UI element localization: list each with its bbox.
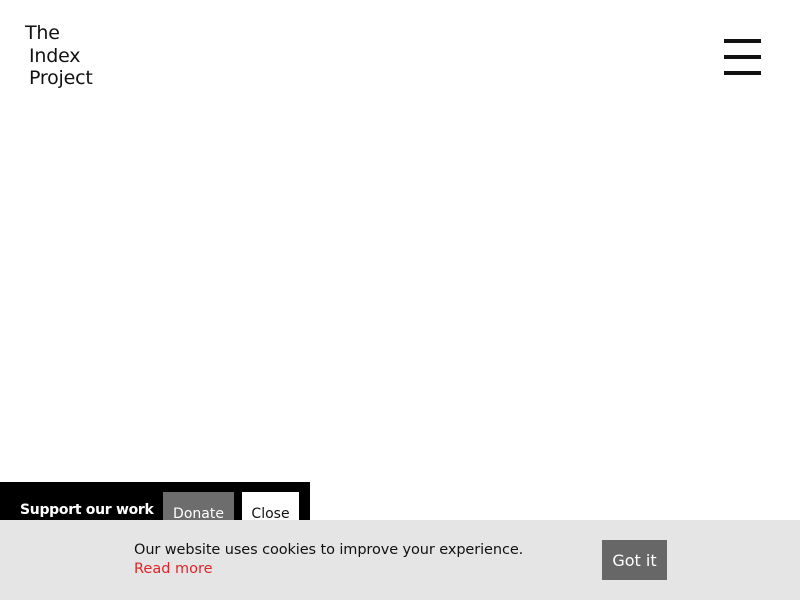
menu-bar-middle bbox=[724, 55, 761, 59]
cookie-banner: Our website uses cookies to improve your… bbox=[0, 520, 800, 600]
read-more-link[interactable]: Read more bbox=[134, 561, 213, 577]
page: The Index Project Support our work Donat… bbox=[0, 0, 800, 600]
logo-line-index: Index bbox=[29, 44, 81, 67]
site-logo[interactable]: The Index Project bbox=[25, 22, 93, 90]
cookie-message: Our website uses cookies to improve your… bbox=[134, 542, 524, 558]
menu-bar-top bbox=[724, 39, 761, 43]
logo-line-the: The bbox=[25, 22, 60, 44]
got-it-button[interactable]: Got it bbox=[602, 540, 667, 580]
menu-bar-bottom bbox=[724, 71, 761, 75]
logo-line-project: Project bbox=[29, 67, 93, 89]
hamburger-menu-icon[interactable] bbox=[722, 38, 762, 76]
support-label: Support our work bbox=[20, 502, 154, 518]
